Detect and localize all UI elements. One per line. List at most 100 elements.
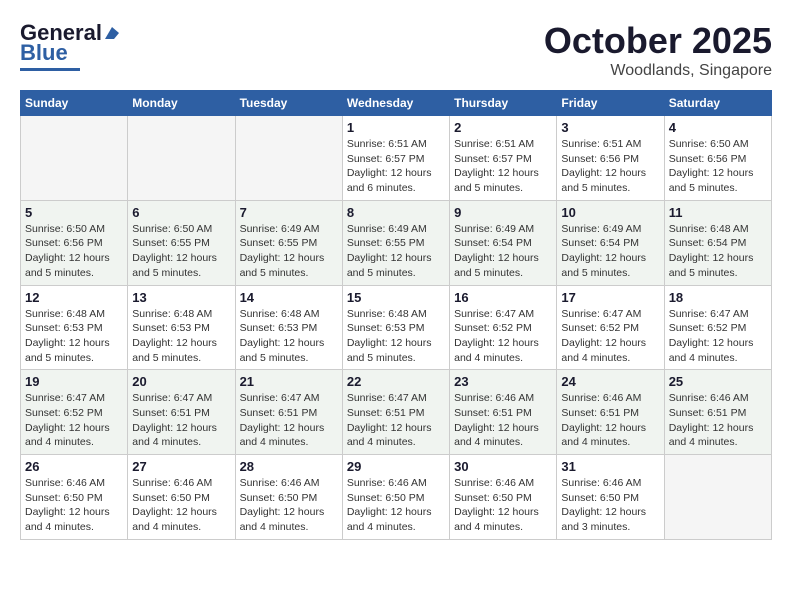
col-sunday: Sunday (21, 91, 128, 116)
day-info: Sunrise: 6:47 AM Sunset: 6:51 PM Dayligh… (347, 391, 445, 450)
day-info: Sunrise: 6:48 AM Sunset: 6:53 PM Dayligh… (240, 307, 338, 366)
day-number: 30 (454, 459, 552, 474)
calendar-day-cell: 3 Sunrise: 6:51 AM Sunset: 6:56 PM Daylig… (557, 116, 664, 201)
calendar-week-row: 5Sunrise: 6:50 AM Sunset: 6:56 PM Daylig… (21, 200, 772, 285)
day-number: 2 (454, 120, 552, 135)
day-info: Sunrise: 6:46 AM Sunset: 6:51 PM Dayligh… (561, 391, 659, 450)
day-info: Sunrise: 6:51 AM Sunset: 6:57 PM Dayligh… (347, 137, 445, 196)
day-info: Sunrise: 6:47 AM Sunset: 6:51 PM Dayligh… (132, 391, 230, 450)
day-info: Sunrise: 6:49 AM Sunset: 6:54 PM Dayligh… (561, 222, 659, 281)
day-info: Sunrise: 6:46 AM Sunset: 6:50 PM Dayligh… (561, 476, 659, 535)
day-info: Sunrise: 6:48 AM Sunset: 6:53 PM Dayligh… (132, 307, 230, 366)
day-number: 12 (25, 290, 123, 305)
calendar-day-cell: 20 Sunrise: 6:47 AM Sunset: 6:51 PM Dayli… (128, 370, 235, 455)
day-number: 28 (240, 459, 338, 474)
calendar-day-cell: 4Sunrise: 6:50 AM Sunset: 6:56 PM Daylig… (664, 116, 771, 201)
col-thursday: Thursday (450, 91, 557, 116)
calendar-day-cell: 25 Sunrise: 6:46 AM Sunset: 6:51 PM Dayli… (664, 370, 771, 455)
day-number: 14 (240, 290, 338, 305)
day-info: Sunrise: 6:46 AM Sunset: 6:50 PM Dayligh… (132, 476, 230, 535)
logo-bird-icon (103, 25, 121, 41)
calendar-day-cell: 19 Sunrise: 6:47 AM Sunset: 6:52 PM Dayli… (21, 370, 128, 455)
day-number: 25 (669, 374, 767, 389)
day-number: 10 (561, 205, 659, 220)
calendar-header-row: Sunday Monday Tuesday Wednesday Thursday… (21, 91, 772, 116)
calendar-day-cell: 12 Sunrise: 6:48 AM Sunset: 6:53 PM Dayli… (21, 285, 128, 370)
calendar-day-cell (128, 116, 235, 201)
day-number: 27 (132, 459, 230, 474)
calendar-day-cell: 14 Sunrise: 6:48 AM Sunset: 6:53 PM Dayli… (235, 285, 342, 370)
calendar-day-cell: 18 Sunrise: 6:47 AM Sunset: 6:52 PM Dayli… (664, 285, 771, 370)
day-number: 22 (347, 374, 445, 389)
calendar-table: Sunday Monday Tuesday Wednesday Thursday… (20, 90, 772, 540)
day-info: Sunrise: 6:46 AM Sunset: 6:50 PM Dayligh… (240, 476, 338, 535)
day-info: Sunrise: 6:51 AM Sunset: 6:57 PM Dayligh… (454, 137, 552, 196)
col-friday: Friday (557, 91, 664, 116)
calendar-day-cell: 30 Sunrise: 6:46 AM Sunset: 6:50 PM Dayli… (450, 455, 557, 540)
day-info: Sunrise: 6:47 AM Sunset: 6:52 PM Dayligh… (454, 307, 552, 366)
day-info: Sunrise: 6:47 AM Sunset: 6:52 PM Dayligh… (669, 307, 767, 366)
calendar-day-cell: 23Sunrise: 6:46 AM Sunset: 6:51 PM Dayli… (450, 370, 557, 455)
day-info: Sunrise: 6:47 AM Sunset: 6:51 PM Dayligh… (240, 391, 338, 450)
day-number: 20 (132, 374, 230, 389)
calendar-day-cell: 16 Sunrise: 6:47 AM Sunset: 6:52 PM Dayli… (450, 285, 557, 370)
calendar-day-cell (664, 455, 771, 540)
calendar-day-cell: 15 Sunrise: 6:48 AM Sunset: 6:53 PM Dayli… (342, 285, 449, 370)
calendar-day-cell: 26Sunrise: 6:46 AM Sunset: 6:50 PM Dayli… (21, 455, 128, 540)
day-info: Sunrise: 6:50 AM Sunset: 6:55 PM Dayligh… (132, 222, 230, 281)
title-block: October 2025 Woodlands, Singapore (544, 20, 772, 80)
calendar-week-row: 1Sunrise: 6:51 AM Sunset: 6:57 PM Daylig… (21, 116, 772, 201)
day-info: Sunrise: 6:47 AM Sunset: 6:52 PM Dayligh… (561, 307, 659, 366)
day-number: 19 (25, 374, 123, 389)
calendar-day-cell: 10 Sunrise: 6:49 AM Sunset: 6:54 PM Dayli… (557, 200, 664, 285)
day-info: Sunrise: 6:49 AM Sunset: 6:54 PM Dayligh… (454, 222, 552, 281)
calendar-day-cell: 6 Sunrise: 6:50 AM Sunset: 6:55 PM Daylig… (128, 200, 235, 285)
day-number: 24 (561, 374, 659, 389)
day-info: Sunrise: 6:48 AM Sunset: 6:54 PM Dayligh… (669, 222, 767, 281)
day-number: 26 (25, 459, 123, 474)
day-number: 11 (669, 205, 767, 220)
day-number: 9 (454, 205, 552, 220)
logo-underline (20, 68, 80, 71)
day-number: 3 (561, 120, 659, 135)
day-info: Sunrise: 6:48 AM Sunset: 6:53 PM Dayligh… (25, 307, 123, 366)
calendar-day-cell: 1Sunrise: 6:51 AM Sunset: 6:57 PM Daylig… (342, 116, 449, 201)
col-monday: Monday (128, 91, 235, 116)
calendar-day-cell: 13 Sunrise: 6:48 AM Sunset: 6:53 PM Dayli… (128, 285, 235, 370)
day-number: 7 (240, 205, 338, 220)
day-info: Sunrise: 6:49 AM Sunset: 6:55 PM Dayligh… (347, 222, 445, 281)
day-number: 18 (669, 290, 767, 305)
day-number: 13 (132, 290, 230, 305)
calendar-day-cell: 5Sunrise: 6:50 AM Sunset: 6:56 PM Daylig… (21, 200, 128, 285)
day-number: 21 (240, 374, 338, 389)
month-title: October 2025 (544, 20, 772, 62)
col-wednesday: Wednesday (342, 91, 449, 116)
day-info: Sunrise: 6:50 AM Sunset: 6:56 PM Dayligh… (25, 222, 123, 281)
calendar-day-cell: 28 Sunrise: 6:46 AM Sunset: 6:50 PM Dayli… (235, 455, 342, 540)
day-number: 15 (347, 290, 445, 305)
calendar-day-cell (235, 116, 342, 201)
calendar-day-cell: 7 Sunrise: 6:49 AM Sunset: 6:55 PM Daylig… (235, 200, 342, 285)
calendar-day-cell: 2 Sunrise: 6:51 AM Sunset: 6:57 PM Daylig… (450, 116, 557, 201)
calendar-day-cell: 27 Sunrise: 6:46 AM Sunset: 6:50 PM Dayli… (128, 455, 235, 540)
calendar-day-cell: 8Sunrise: 6:49 AM Sunset: 6:55 PM Daylig… (342, 200, 449, 285)
day-info: Sunrise: 6:48 AM Sunset: 6:53 PM Dayligh… (347, 307, 445, 366)
page-header: General Blue October 2025 Woodlands, Sin… (20, 20, 772, 80)
day-number: 29 (347, 459, 445, 474)
day-number: 6 (132, 205, 230, 220)
calendar-day-cell: 17Sunrise: 6:47 AM Sunset: 6:52 PM Dayli… (557, 285, 664, 370)
day-info: Sunrise: 6:50 AM Sunset: 6:56 PM Dayligh… (669, 137, 767, 196)
calendar-day-cell: 9 Sunrise: 6:49 AM Sunset: 6:54 PM Daylig… (450, 200, 557, 285)
day-info: Sunrise: 6:46 AM Sunset: 6:51 PM Dayligh… (454, 391, 552, 450)
day-number: 16 (454, 290, 552, 305)
day-info: Sunrise: 6:47 AM Sunset: 6:52 PM Dayligh… (25, 391, 123, 450)
day-info: Sunrise: 6:49 AM Sunset: 6:55 PM Dayligh… (240, 222, 338, 281)
calendar-day-cell: 21 Sunrise: 6:47 AM Sunset: 6:51 PM Dayli… (235, 370, 342, 455)
calendar-day-cell: 29 Sunrise: 6:46 AM Sunset: 6:50 PM Dayli… (342, 455, 449, 540)
day-info: Sunrise: 6:46 AM Sunset: 6:51 PM Dayligh… (669, 391, 767, 450)
day-info: Sunrise: 6:46 AM Sunset: 6:50 PM Dayligh… (454, 476, 552, 535)
col-saturday: Saturday (664, 91, 771, 116)
day-info: Sunrise: 6:51 AM Sunset: 6:56 PM Dayligh… (561, 137, 659, 196)
day-info: Sunrise: 6:46 AM Sunset: 6:50 PM Dayligh… (347, 476, 445, 535)
calendar-day-cell (21, 116, 128, 201)
